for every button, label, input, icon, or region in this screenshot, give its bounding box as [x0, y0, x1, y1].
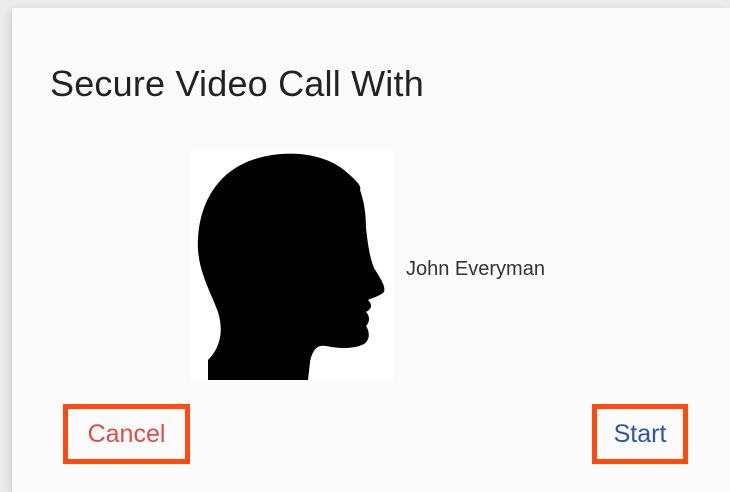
video-call-dialog: Secure Video Call With John Everyman Can…: [12, 8, 730, 492]
contact-name: John Everyman: [406, 258, 545, 280]
cancel-button[interactable]: Cancel: [63, 404, 190, 464]
dialog-title: Secure Video Call With: [50, 63, 424, 104]
start-button[interactable]: Start: [592, 404, 688, 464]
person-silhouette-icon: [197, 153, 385, 380]
contact-avatar: [190, 150, 394, 380]
